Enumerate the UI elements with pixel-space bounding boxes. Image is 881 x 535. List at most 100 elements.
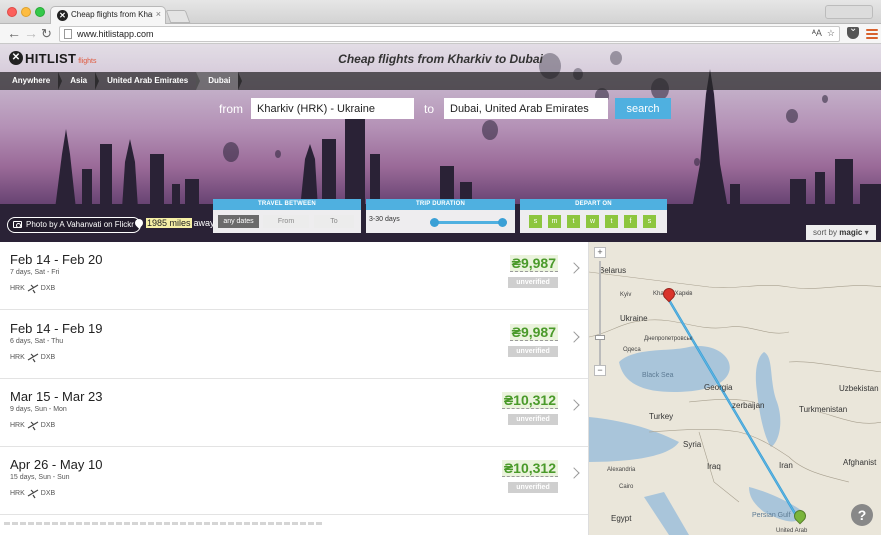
unverified-badge: unverified — [508, 482, 558, 493]
destination-code: DXB — [40, 284, 56, 292]
plane-icon — [27, 489, 39, 499]
unverified-badge: unverified — [508, 277, 558, 288]
day-toggle-thursday[interactable]: t — [605, 215, 618, 228]
day-toggle-wednesday[interactable]: w — [586, 215, 599, 228]
forward-arrow-icon[interactable]: → — [24, 25, 38, 42]
page-icon — [64, 29, 72, 39]
zoom-in-button[interactable]: + — [594, 247, 606, 258]
from-date-input[interactable]: From — [263, 215, 309, 228]
new-tab-button[interactable] — [165, 10, 191, 23]
maximize-window-button[interactable] — [35, 7, 45, 17]
breadcrumb-dubai[interactable]: Dubai — [196, 72, 243, 90]
breadcrumb-asia[interactable]: Asia — [58, 72, 100, 90]
results-list: Feb 14 - Feb 20 7 days, Sat - Fri HRK DX… — [0, 242, 588, 535]
hero-banner: ✕ HITLIST flights Cheap flights from Kha… — [0, 44, 881, 242]
zoom-slider-handle[interactable] — [595, 335, 605, 340]
plane-icon — [27, 353, 39, 363]
photo-credit-text: Photo by A Vahanvati on Flickr — [26, 220, 134, 229]
sort-prefix: sort by — [813, 228, 838, 237]
search-button[interactable]: search — [615, 98, 671, 119]
browser-toolbar: ← → ↻ www.hitlistapp.com ᴬA ☆ — [0, 23, 881, 44]
day-toggle-tuesday[interactable]: t — [567, 215, 580, 228]
duration-slider[interactable] — [430, 218, 507, 227]
origin-input[interactable] — [251, 98, 414, 119]
help-button[interactable]: ? — [851, 504, 873, 526]
reload-icon[interactable]: ↻ — [41, 25, 52, 42]
result-row[interactable]: Apr 26 - May 10 15 days, Sun - Sun HRK D… — [0, 447, 588, 515]
duration-slider-fill — [434, 221, 503, 224]
result-row[interactable]: Feb 14 - Feb 20 7 days, Sat - Fri HRK DX… — [0, 242, 588, 310]
sort-value: magic — [839, 228, 863, 237]
trip-duration-title: TRIP DURATION — [366, 199, 515, 210]
chevron-right-icon[interactable] — [568, 399, 580, 411]
unverified-badge: unverified — [508, 414, 558, 425]
camera-icon — [13, 221, 22, 228]
destination-code: DXB — [40, 421, 56, 429]
tab-title: Cheap flights from Kharkiv — [71, 10, 153, 19]
distance-suffix: away — [193, 218, 215, 228]
star-icon[interactable]: ☆ — [827, 28, 835, 38]
minimize-window-button[interactable] — [21, 7, 31, 17]
destination-code: DXB — [40, 489, 56, 497]
route-map[interactable]: Belarus Ukraine Kharkiv Харків Kyiv Днеп… — [588, 242, 881, 535]
map-label-uae: United Arab — [776, 528, 808, 534]
chevron-right-icon[interactable] — [568, 331, 580, 343]
browser-tab-active[interactable]: ✕ Cheap flights from Kharkiv × — [50, 6, 166, 25]
translate-icon[interactable]: ᴬA — [812, 28, 822, 38]
close-window-button[interactable] — [7, 7, 17, 17]
photo-credit-link[interactable]: Photo by A Vahanvati on Flickr — [7, 217, 141, 233]
map-label-georgia: Georgia — [704, 383, 733, 392]
url-text[interactable]: www.hitlistapp.com — [77, 29, 154, 39]
zoom-slider-track[interactable] — [599, 261, 601, 365]
depart-on-filter: DEPART ON s m t w t f s — [520, 199, 667, 233]
duration-max-handle[interactable] — [498, 218, 507, 227]
day-toggle-saturday[interactable]: s — [643, 215, 656, 228]
sort-dropdown[interactable]: sort by magic ▾ — [806, 225, 876, 240]
distance-value: 1985 miles — [146, 218, 192, 228]
route: HRK DXB — [10, 419, 55, 431]
trip-dates: Apr 26 - May 10 — [10, 457, 103, 472]
day-toggle-monday[interactable]: m — [548, 215, 561, 228]
map-zoom-control: + − — [594, 247, 606, 379]
truncated-row — [4, 522, 324, 525]
chevron-right-icon[interactable] — [568, 467, 580, 479]
tab-close-icon[interactable]: × — [156, 9, 161, 19]
price: ₴10,312 — [501, 460, 558, 477]
breadcrumb: Anywhere Asia United Arab Emirates Dubai — [0, 72, 881, 90]
breadcrumb-uae[interactable]: United Arab Emirates — [95, 72, 201, 90]
menu-icon[interactable] — [866, 27, 878, 39]
site-header: ✕ HITLIST flights Cheap flights from Kha… — [0, 44, 881, 72]
distance-info: 1985 miles away — [133, 217, 215, 229]
map-label-persian-gulf: Persian Gulf — [752, 512, 791, 519]
result-row[interactable]: Mar 15 - Mar 23 9 days, Sun - Mon HRK DX… — [0, 379, 588, 447]
pocket-icon[interactable] — [847, 23, 859, 39]
result-row[interactable]: Feb 14 - Feb 19 6 days, Sat - Thu HRK DX… — [0, 311, 588, 379]
duration-min-handle[interactable] — [430, 218, 439, 227]
address-bar[interactable]: www.hitlistapp.com ᴬA ☆ — [59, 26, 840, 42]
price: ₴9,987 — [509, 255, 558, 272]
zoom-out-button[interactable]: − — [594, 365, 606, 376]
map-label-odesa: Одеса — [623, 347, 641, 353]
trip-length: 6 days, Sat - Thu — [10, 338, 64, 345]
back-arrow-icon[interactable]: ← — [7, 25, 21, 42]
breadcrumb-anywhere[interactable]: Anywhere — [0, 72, 63, 90]
to-label: to — [424, 102, 435, 116]
destination-input[interactable] — [444, 98, 608, 119]
profile-button[interactable] — [825, 5, 873, 19]
to-date-input[interactable]: To — [314, 215, 354, 228]
trip-length: 7 days, Sat - Fri — [10, 269, 60, 276]
map-label-black-sea: Black Sea — [642, 372, 674, 379]
map-label-azerbaijan: zerbaijan — [732, 401, 765, 410]
hitlist-favicon-icon: ✕ — [57, 10, 68, 21]
map-label-cairo: Cairo — [619, 484, 634, 490]
chevron-right-icon[interactable] — [568, 262, 580, 274]
day-toggle-friday[interactable]: f — [624, 215, 637, 228]
trip-duration-filter: TRIP DURATION 3-30 days — [366, 199, 515, 233]
route: HRK DXB — [10, 351, 55, 363]
route: HRK DXB — [10, 282, 55, 294]
travel-between-title: TRAVEL BETWEEN — [213, 199, 361, 210]
map-label-kyiv: Kyiv — [620, 292, 632, 298]
any-dates-button[interactable]: any dates — [218, 215, 259, 228]
day-toggle-sunday[interactable]: s — [529, 215, 542, 228]
price: ₴9,987 — [509, 324, 558, 341]
